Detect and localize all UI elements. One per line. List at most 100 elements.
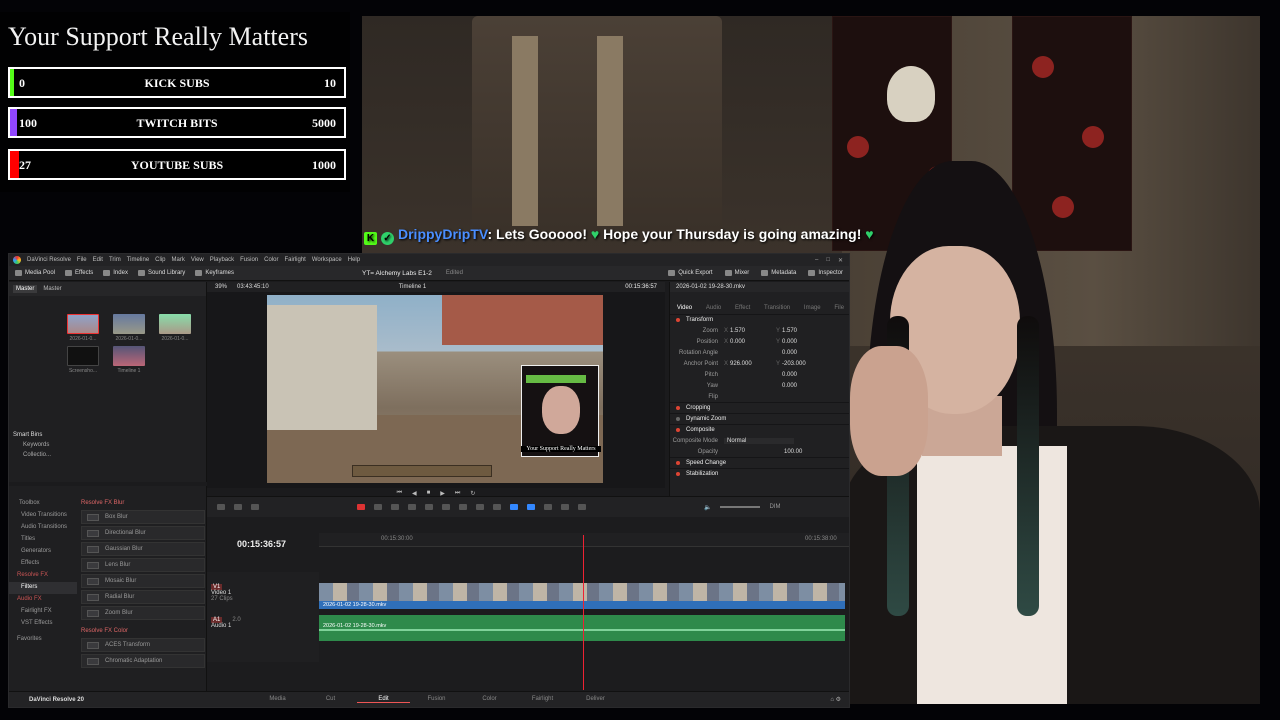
param-anchor[interactable]: Anchor Point X 926.000 Y -203.000 [670,358,849,369]
bin-tab[interactable]: Master [43,286,61,292]
tree-item[interactable]: Fairlight FX [9,606,77,618]
viewer-timeline-name[interactable]: Timeline 1 [399,284,426,290]
maximize-icon[interactable]: □ [826,257,830,264]
menu-item[interactable]: Playback [210,257,234,263]
menu-item[interactable]: Fusion [240,257,258,263]
menu-item[interactable]: Workspace [312,257,342,263]
param-position[interactable]: Position X 0.000 Y 0.000 [670,336,849,347]
tab-video[interactable]: Video [677,305,692,311]
section-dynamic-zoom[interactable]: Dynamic Zoom [670,413,849,424]
menu-item[interactable]: Trim [109,257,121,263]
minimize-icon[interactable]: – [815,257,818,264]
smart-bin-keywords[interactable]: Keywords [9,440,207,450]
section-stabilization[interactable]: Stabilization [670,468,849,479]
param-composite-mode[interactable]: Composite Mode Normal [670,435,849,446]
smart-bin-collections[interactable]: Collectio... [9,450,207,460]
volume-icon[interactable]: 🔈 [704,504,711,511]
zoom-custom-icon[interactable] [578,504,586,510]
trim-tool-icon[interactable] [374,504,382,510]
replace-icon[interactable] [442,504,450,510]
param-pitch[interactable]: Pitch 0.000 [670,369,849,380]
media-clip-thumb[interactable] [67,346,99,366]
snapping-icon[interactable] [459,504,467,510]
video-frame[interactable]: Your Support Really Matters [267,295,603,483]
menu-item[interactable]: Help [348,257,360,263]
flag-icon[interactable] [510,504,518,510]
effect-item[interactable]: Chromatic Adaptation [81,654,205,668]
page-fusion[interactable]: Fusion [410,696,463,703]
select-tool-icon[interactable] [357,504,365,510]
home-icon[interactable]: ⌂ ⚙ [830,696,849,703]
overwrite-icon[interactable] [425,504,433,510]
sound-library-button[interactable]: Sound Library [137,270,185,276]
media-clip-thumb[interactable] [113,314,145,334]
timeline-ruler[interactable]: 00:15:30:00 00:15:38:00 [319,533,849,547]
menu-item[interactable]: Mark [172,257,185,263]
menu-item[interactable]: Edit [93,257,103,263]
tree-item[interactable]: VST Effects [9,618,77,630]
tree-item[interactable]: Effects [9,558,77,570]
tree-item[interactable]: Favorites [9,634,77,646]
page-cut[interactable]: Cut [304,696,357,703]
menu-item[interactable]: DaVinci Resolve [27,257,71,263]
track-header-a1[interactable]: A1 2.0 Audio 1 [211,617,315,629]
param-yaw[interactable]: Yaw 0.000 [670,380,849,391]
menu-item[interactable]: Timeline [127,257,149,263]
param-zoom[interactable]: Zoom X 1.570 Y 1.570 [670,325,849,336]
menu-item[interactable]: Clip [155,257,165,263]
link-icon[interactable] [476,504,484,510]
bin-master[interactable]: Master [13,285,38,293]
dim-button[interactable]: DIM [769,504,780,510]
tab-audio[interactable]: Audio [706,305,721,311]
page-edit[interactable]: Edit [357,696,410,703]
section-speed-change[interactable]: Speed Change [670,457,849,468]
tree-item[interactable]: Generators [9,546,77,558]
tab-file[interactable]: File [834,305,844,311]
quick-export-button[interactable]: Quick Export [668,270,713,276]
media-clip-thumb[interactable] [159,314,191,334]
timeline-thumb[interactable] [113,346,145,366]
audio-clip[interactable]: 2026-01-02 19-28-30.mkv [319,615,845,641]
viewer-zoom[interactable]: 39% [215,284,227,290]
menu-item[interactable]: Fairlight [284,257,305,263]
zoom-detail-icon[interactable] [544,504,552,510]
effect-item[interactable]: Lens Blur [81,558,205,572]
page-fairlight[interactable]: Fairlight [516,696,569,703]
effect-item[interactable]: Gaussian Blur [81,542,205,556]
tree-item[interactable]: Toolbox [9,498,77,510]
section-cropping[interactable]: Cropping [670,402,849,413]
tree-item[interactable]: Titles [9,534,77,546]
tab-transition[interactable]: Transition [764,305,790,311]
effect-item[interactable]: Zoom Blur [81,606,205,620]
page-deliver[interactable]: Deliver [569,696,622,703]
page-color[interactable]: Color [463,696,516,703]
param-flip[interactable]: Flip [670,391,849,402]
section-composite[interactable]: Composite [670,424,849,435]
blade-tool-icon[interactable] [391,504,399,510]
section-transform[interactable]: Transform [670,314,849,325]
media-clip-thumb[interactable] [67,314,99,334]
track-header-v1[interactable]: V1 Video 1 27 Clips [211,584,315,602]
marker-icon[interactable] [527,504,535,510]
menu-item[interactable]: View [191,257,204,263]
effects-button[interactable]: Effects [65,270,93,276]
close-icon[interactable]: ✕ [838,257,843,264]
menu-item[interactable]: Color [264,257,278,263]
metadata-button[interactable]: Metadata [761,270,796,276]
tree-item[interactable]: Audio FX [9,594,77,606]
lock-icon[interactable] [493,504,501,510]
media-pool-button[interactable]: Media Pool [15,270,55,276]
volume-slider[interactable] [720,506,761,508]
insert-icon[interactable] [408,504,416,510]
keyframes-button[interactable]: Keyframes [195,270,234,276]
effect-item[interactable]: ACES Transform [81,638,205,652]
effect-item[interactable]: Directional Blur [81,526,205,540]
inspector-button[interactable]: Inspector [808,270,843,276]
video-clip[interactable]: 2026-01-02 19-28-30.mkv [319,583,845,609]
tree-item[interactable]: Video Transitions [9,510,77,522]
tab-effect[interactable]: Effect [735,305,750,311]
page-media[interactable]: Media [251,696,304,703]
index-button[interactable]: Index [103,270,128,276]
tools-icon[interactable] [251,504,259,510]
tab-image[interactable]: Image [804,305,821,311]
